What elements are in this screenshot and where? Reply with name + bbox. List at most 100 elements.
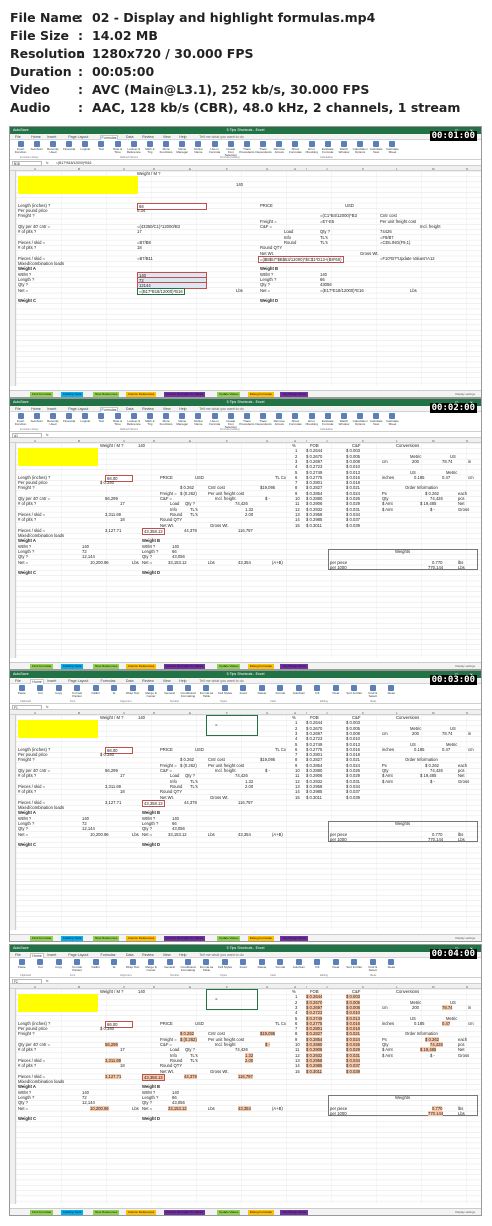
table-row-index[interactable]: 13 xyxy=(295,512,300,517)
table-row-cf[interactable]: $ 0.003 xyxy=(346,994,360,1000)
ribbon-button-find-select[interactable]: Find & Select xyxy=(364,959,381,972)
column-header[interactable]: B xyxy=(78,985,80,989)
column-header[interactable]: L xyxy=(396,985,398,989)
px-label[interactable]: Px xyxy=(382,763,387,768)
sheet-tab[interactable]: Use Range Name xyxy=(280,1209,309,1215)
table-row-fob[interactable]: $ 0.2749 xyxy=(306,742,322,747)
cell-pu-val[interactable]: $ (0.262) xyxy=(180,491,197,496)
cell-val-140[interactable]: 140 xyxy=(138,715,145,720)
column-header[interactable]: N xyxy=(466,985,468,989)
cell-v43354[interactable]: 43,354 xyxy=(238,1105,251,1111)
cell-qty2-val[interactable]: 12,144 xyxy=(82,1100,95,1105)
cell-weight-d[interactable]: Weight D xyxy=(142,842,160,847)
cell-tls[interactable]: TL's xyxy=(190,1058,198,1063)
ribbon-button-format-as-table[interactable]: Format as Table xyxy=(198,685,215,698)
cell-big-formula[interactable]: =($B$57*$B$53/12000)*$C$1*D13+(B8*60) xyxy=(258,255,344,263)
tab-file[interactable]: File xyxy=(14,679,22,683)
per-piece-value[interactable]: 0.770 xyxy=(432,832,442,837)
table-row-index[interactable]: 5 xyxy=(295,1016,297,1021)
cell-qty-q[interactable]: Qty ? xyxy=(185,773,195,778)
cell-freight-eq[interactable]: Freight = xyxy=(260,219,277,224)
table-row-index[interactable]: 12 xyxy=(295,507,300,512)
ribbon-button-more-functions[interactable]: More Functions xyxy=(159,413,174,426)
cell-freight[interactable]: Freight ? xyxy=(18,1031,35,1036)
lbs-label-2[interactable]: Lbs xyxy=(458,837,465,842)
cell-length-b-val[interactable]: 66 xyxy=(320,277,325,282)
tab-formulas[interactable]: Formulas xyxy=(100,679,117,683)
table-row-fob[interactable]: $ 0.2854 xyxy=(306,763,322,768)
each-label[interactable]: each xyxy=(458,763,467,768)
cell-weight-d[interactable]: Weight D xyxy=(260,298,278,303)
metric-value[interactable]: 200 xyxy=(412,731,419,736)
fob-header[interactable]: FOB xyxy=(310,989,319,994)
column-header[interactable]: I xyxy=(306,985,307,989)
cm-label-2[interactable]: cm xyxy=(468,1021,474,1026)
cell-wtm-b-val[interactable]: 140 xyxy=(172,544,179,549)
tab-data[interactable]: Data xyxy=(125,135,135,139)
table-row-index[interactable]: 15 xyxy=(295,523,300,528)
cell-net-sel[interactable]: 43,358.13 xyxy=(142,1073,165,1081)
table-row-cf[interactable]: $ 0.003 xyxy=(346,448,360,453)
cell-net-b[interactable]: Net = xyxy=(142,560,152,565)
tab-home[interactable]: Home xyxy=(30,407,42,411)
ribbon-button-cut[interactable]: Cut xyxy=(31,959,48,969)
cell-tls[interactable]: TL's xyxy=(190,779,198,784)
name-box[interactable]: A1 xyxy=(12,432,42,438)
sheet-tab[interactable]: Update Values xyxy=(217,935,241,941)
table-row-fob[interactable]: $ 0.2958 xyxy=(306,784,322,789)
qty-label[interactable]: Qty xyxy=(382,1042,389,1047)
cell-per-pound-val[interactable]: $ 0.340 xyxy=(100,1026,114,1031)
name-box[interactable]: F2 xyxy=(12,978,42,984)
cell-netwt[interactable]: Net Wt. xyxy=(260,251,274,256)
sheet-tab[interactable]: Convert Formulas To Values xyxy=(163,663,206,669)
pct-label[interactable]: % xyxy=(292,989,296,994)
cm-label[interactable]: cm xyxy=(382,1005,388,1010)
cm-value[interactable]: 0.47 xyxy=(442,747,450,752)
tab-review[interactable]: Review xyxy=(141,953,155,957)
ribbon-button-remove-arrows[interactable]: Remove Arrows xyxy=(272,413,287,426)
sheet-tab[interactable]: Auditing Tools xyxy=(60,1209,84,1215)
column-header[interactable]: C xyxy=(123,439,125,443)
cell-length2[interactable]: Length ? xyxy=(18,821,34,826)
ribbon-button-calculation-options[interactable]: Calculation Options xyxy=(353,413,368,426)
cell-pieces2[interactable]: Pieces / skid = xyxy=(18,1074,45,1079)
table-row-index[interactable]: 5 xyxy=(295,742,297,747)
tab-insert[interactable]: Insert xyxy=(46,407,57,411)
column-header[interactable]: J xyxy=(326,167,328,171)
table-row-index[interactable]: 2 xyxy=(295,726,297,731)
gross-label[interactable]: Gross xyxy=(458,1053,469,1058)
ribbon-button-show-formulas[interactable]: Show Formulas xyxy=(288,141,303,154)
table-row-fob[interactable]: $ 0.2880 xyxy=(306,768,322,773)
qty-value[interactable]: 74,426 xyxy=(430,768,443,773)
cell-plts2[interactable]: # of plts ? xyxy=(18,245,36,250)
amt-value-2[interactable]: $ - xyxy=(430,779,435,784)
cell-weight-a[interactable]: Weight A xyxy=(18,1084,36,1089)
cell-dash[interactable]: $ - xyxy=(265,496,270,501)
tab-file[interactable]: File xyxy=(14,953,22,957)
cell-round[interactable]: Round xyxy=(170,512,182,517)
table-row-index[interactable]: 6 xyxy=(295,475,297,480)
selected-cell-f[interactable] xyxy=(206,715,258,737)
cell-round-qty[interactable]: Round QTY xyxy=(160,517,182,522)
cell-wtm[interactable]: Wt/M ? xyxy=(18,272,31,277)
table-row-index[interactable]: 4 xyxy=(295,1010,297,1015)
cell-lbs[interactable]: Lbs xyxy=(132,832,139,837)
cell-net[interactable]: Net = xyxy=(18,560,28,565)
tab-insert[interactable]: Insert xyxy=(46,679,57,683)
inches-value[interactable]: 0.185 xyxy=(414,1021,424,1026)
ribbon-button-lookup-reference[interactable]: Lookup & Reference xyxy=(126,141,141,154)
table-row-fob[interactable]: $ 0.2958 xyxy=(306,1057,323,1063)
table-row-cf[interactable]: $ 0.039 xyxy=(346,795,360,800)
ribbon-button-name-manager[interactable]: Name Manager xyxy=(175,141,190,154)
column-header[interactable]: J xyxy=(326,439,328,443)
cell-plts2[interactable]: # of plts ? xyxy=(18,789,36,794)
ribbon-button-format-painter[interactable]: Format Painter xyxy=(68,959,85,972)
per-1000-label[interactable]: per 1000 xyxy=(330,1111,347,1116)
tell-me-search[interactable]: Tell me what you want to do xyxy=(198,953,244,957)
cell-plts-val[interactable]: 17 xyxy=(120,1047,125,1052)
cell-tls[interactable]: TL's xyxy=(320,240,328,245)
table-row-fob[interactable]: $ 0.2644 xyxy=(306,448,322,453)
cell-lbs[interactable]: Lbs xyxy=(132,1106,139,1111)
cell-grid[interactable] xyxy=(16,171,481,386)
cell-net-b[interactable]: Net = xyxy=(260,288,270,293)
